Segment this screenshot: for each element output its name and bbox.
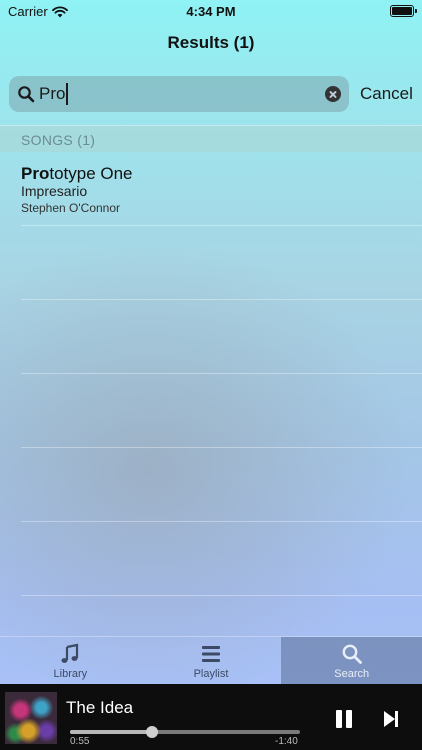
- results-table: Prototype One Impresario Stephen O'Conno…: [0, 152, 422, 596]
- list-icon: [202, 646, 220, 662]
- scrubber-handle[interactable]: [145, 726, 158, 738]
- empty-row: [21, 522, 422, 596]
- cancel-button[interactable]: Cancel: [360, 84, 413, 104]
- tab-label: Search: [334, 668, 370, 680]
- table-row[interactable]: Prototype One Impresario Stephen O'Conno…: [21, 152, 422, 226]
- song-album: Impresario: [21, 183, 88, 199]
- empty-row: [21, 226, 422, 300]
- empty-row: [21, 448, 422, 522]
- search-field[interactable]: [9, 76, 349, 112]
- tab-bar: Library Playlist Search: [0, 636, 422, 684]
- song-artist: Stephen O'Connor: [21, 201, 121, 215]
- clear-search-icon[interactable]: [325, 86, 341, 102]
- search-icon: [342, 644, 362, 664]
- now-playing-title: The Idea: [66, 698, 134, 717]
- tab-label: Library: [53, 668, 88, 680]
- empty-row: [21, 374, 422, 448]
- elapsed-time: 0:55: [70, 736, 90, 747]
- mini-player[interactable]: The Idea 0:55 -1:40: [0, 684, 422, 750]
- section-label: SONGS (1): [21, 132, 96, 148]
- tab-search[interactable]: Search: [281, 637, 422, 684]
- pause-icon: [336, 710, 342, 728]
- song-title: Prototype One: [21, 164, 133, 184]
- song-title-rest: totype One: [49, 164, 133, 183]
- skip-forward-icon: [384, 711, 398, 727]
- text-caret: [66, 83, 68, 105]
- section-header: SONGS (1): [0, 125, 422, 152]
- status-time: 4:34 PM: [186, 4, 236, 19]
- tab-playlist[interactable]: Playlist: [141, 637, 282, 684]
- progress-fill: [70, 730, 152, 734]
- pause-button[interactable]: [333, 708, 355, 730]
- album-artwork[interactable]: [5, 692, 57, 744]
- page-title: Results (1): [167, 33, 255, 52]
- battery-icon: [390, 5, 417, 17]
- tab-library[interactable]: Library: [0, 637, 141, 684]
- remaining-time: -1:40: [275, 736, 298, 747]
- next-track-button[interactable]: [381, 709, 401, 729]
- status-bar: Carrier 4:34 PM: [0, 0, 422, 24]
- tab-label: Playlist: [193, 668, 229, 680]
- search-icon: [18, 86, 35, 103]
- progress-scrubber[interactable]: [70, 726, 300, 738]
- search-input[interactable]: [39, 82, 319, 106]
- music-note-icon: [61, 643, 79, 663]
- empty-row: [21, 300, 422, 374]
- pause-icon: [346, 710, 352, 728]
- song-title-match: Pro: [21, 164, 50, 183]
